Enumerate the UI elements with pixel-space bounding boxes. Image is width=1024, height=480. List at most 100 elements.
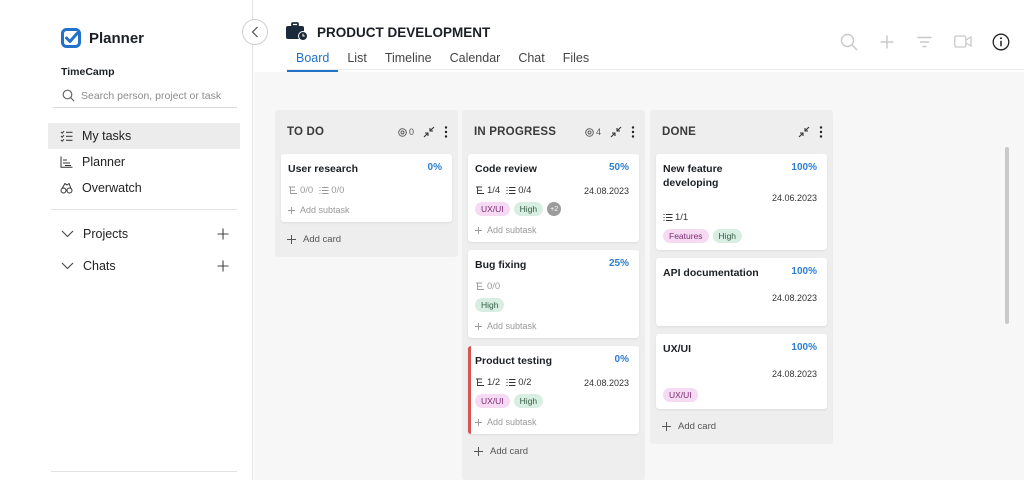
task-card-code-review[interactable]: Code review 50% 1/4 0/4 24.08.2023 UX/UI… xyxy=(468,154,639,242)
card-due-date: 24.08.2023 xyxy=(583,185,629,196)
card-title: Bug fixing xyxy=(475,259,527,271)
column-header: DONE xyxy=(650,110,833,154)
search-button[interactable] xyxy=(839,32,858,51)
project-header: PRODUCT DEVELOPMENT Board List Timeline … xyxy=(254,10,1024,72)
add-subtask-button[interactable]: Add subtask xyxy=(475,417,629,427)
tag-features[interactable]: Features xyxy=(663,229,709,243)
sidebar-section-chats[interactable]: Chats xyxy=(61,259,229,273)
subtask-icon xyxy=(289,186,297,194)
tabs-divider xyxy=(286,69,1024,70)
column-task-count: 0 xyxy=(398,127,414,137)
plus-icon xyxy=(288,206,295,214)
info-icon xyxy=(992,33,1009,50)
tag-high[interactable]: High xyxy=(712,229,743,243)
planner-logo-icon xyxy=(61,28,81,48)
tag-ux-ui[interactable]: UX/UI xyxy=(663,388,698,402)
tag-high[interactable]: High xyxy=(513,394,544,408)
section-label: Chats xyxy=(83,259,116,273)
subtask-icon xyxy=(476,282,484,290)
card-progress: 100% xyxy=(791,162,817,173)
binoculars-icon xyxy=(60,182,73,194)
more-options-icon[interactable] xyxy=(631,126,635,138)
add-subtask-button[interactable]: Add subtask xyxy=(475,225,629,235)
checklist-count: 0/0 xyxy=(319,185,344,196)
task-card-user-research[interactable]: User research 0% 0/0 0/0 Add subtask xyxy=(281,154,452,222)
filter-icon xyxy=(917,36,932,47)
card-progress: 100% xyxy=(791,266,817,277)
search-input[interactable] xyxy=(81,89,236,102)
subtask-count: 0/0 xyxy=(288,185,313,196)
sidebar-item-label: Overwatch xyxy=(82,181,142,195)
video-call-button[interactable] xyxy=(953,32,972,51)
collapse-arrows-icon[interactable] xyxy=(798,126,810,138)
card-due-date: 24.08.2023 xyxy=(771,293,817,303)
checklist-icon xyxy=(506,379,516,386)
app-logo[interactable]: Planner xyxy=(61,28,144,48)
checklist-count: 1/1 xyxy=(663,212,688,223)
tag-ux-ui[interactable]: UX/UI xyxy=(475,394,510,408)
vertical-scrollbar[interactable] xyxy=(1005,147,1009,324)
target-icon xyxy=(398,127,407,137)
plus-icon xyxy=(662,422,671,431)
more-tags-badge[interactable]: +2 xyxy=(547,202,562,216)
collapse-arrows-icon[interactable] xyxy=(610,126,622,138)
subtask-count: 0/0 xyxy=(475,281,500,292)
card-progress: 50% xyxy=(608,162,629,173)
tag-ux-ui[interactable]: UX/UI xyxy=(475,202,510,216)
add-subtask-button[interactable]: Add subtask xyxy=(475,321,629,331)
subtask-count: 1/2 xyxy=(475,377,500,388)
collapse-sidebar-button[interactable] xyxy=(242,19,268,45)
sidebar-item-planner[interactable]: Planner xyxy=(48,149,240,175)
sidebar-section-projects[interactable]: Projects xyxy=(61,227,229,241)
add-project-icon[interactable] xyxy=(217,228,229,240)
tag-high[interactable]: High xyxy=(513,202,544,216)
header-toolbar xyxy=(839,32,1010,51)
chevron-down-icon xyxy=(61,230,74,238)
task-card-api-documentation[interactable]: API documentation 100% 24.08.2023 xyxy=(656,258,827,326)
collapse-arrows-icon[interactable] xyxy=(423,126,435,138)
column-title: TO DO xyxy=(287,126,325,138)
add-card-button[interactable]: Add card xyxy=(462,442,645,469)
column-header: TO DO 0 xyxy=(275,110,458,154)
filter-button[interactable] xyxy=(915,32,934,51)
task-card-new-feature[interactable]: New feature developing 100% 24.06.2023 1… xyxy=(656,154,827,250)
add-button[interactable] xyxy=(877,32,896,51)
sidebar-item-my-tasks[interactable]: My tasks xyxy=(48,123,240,149)
plus-icon xyxy=(474,447,483,456)
video-camera-icon xyxy=(953,35,972,48)
more-options-icon[interactable] xyxy=(444,126,448,138)
sidebar-item-label: My tasks xyxy=(82,129,132,143)
add-chat-icon[interactable] xyxy=(217,260,229,272)
card-title: API documentation xyxy=(663,267,759,279)
count-value: 0 xyxy=(408,127,414,137)
card-title: Product testing xyxy=(475,355,553,367)
plus-icon xyxy=(287,235,296,244)
column-in-progress: IN PROGRESS 4 Code review 50% 1/4 0/4 24… xyxy=(462,110,645,480)
column-done: DONE New feature developing 100% 24.06.2… xyxy=(650,110,833,444)
card-due-date: 24.08.2023 xyxy=(583,377,629,388)
card-progress: 100% xyxy=(791,342,817,353)
add-subtask-button[interactable]: Add subtask xyxy=(288,205,442,215)
column-task-count: 4 xyxy=(585,127,601,137)
task-card-product-testing[interactable]: Product testing 0% 1/2 0/2 24.08.2023 UX… xyxy=(468,346,639,434)
tag-high[interactable]: High xyxy=(475,298,505,312)
info-button[interactable] xyxy=(991,32,1010,51)
add-card-button[interactable]: Add card xyxy=(650,417,833,444)
add-card-button[interactable]: Add card xyxy=(275,230,458,257)
plus-icon xyxy=(880,35,893,48)
task-card-bug-fixing[interactable]: Bug fixing 25% 0/0 High Add subtask xyxy=(468,250,639,338)
task-card-ux-ui[interactable]: UX/UI 100% 24.08.2023 UX/UI xyxy=(656,334,827,409)
project-title-text: PRODUCT DEVELOPMENT xyxy=(317,24,491,40)
column-title: IN PROGRESS xyxy=(474,126,557,138)
chevron-down-icon xyxy=(61,262,74,270)
more-options-icon[interactable] xyxy=(819,126,823,138)
sidebar-divider xyxy=(51,209,237,210)
checklist-count: 0/4 xyxy=(506,185,531,196)
sidebar-item-overwatch[interactable]: Overwatch xyxy=(48,175,240,201)
target-icon xyxy=(585,127,594,137)
plus-icon xyxy=(475,418,482,426)
card-title: New feature developing xyxy=(663,163,723,189)
card-progress: 25% xyxy=(608,258,629,269)
card-title: UX/UI xyxy=(663,343,692,355)
section-label: Projects xyxy=(83,227,129,241)
